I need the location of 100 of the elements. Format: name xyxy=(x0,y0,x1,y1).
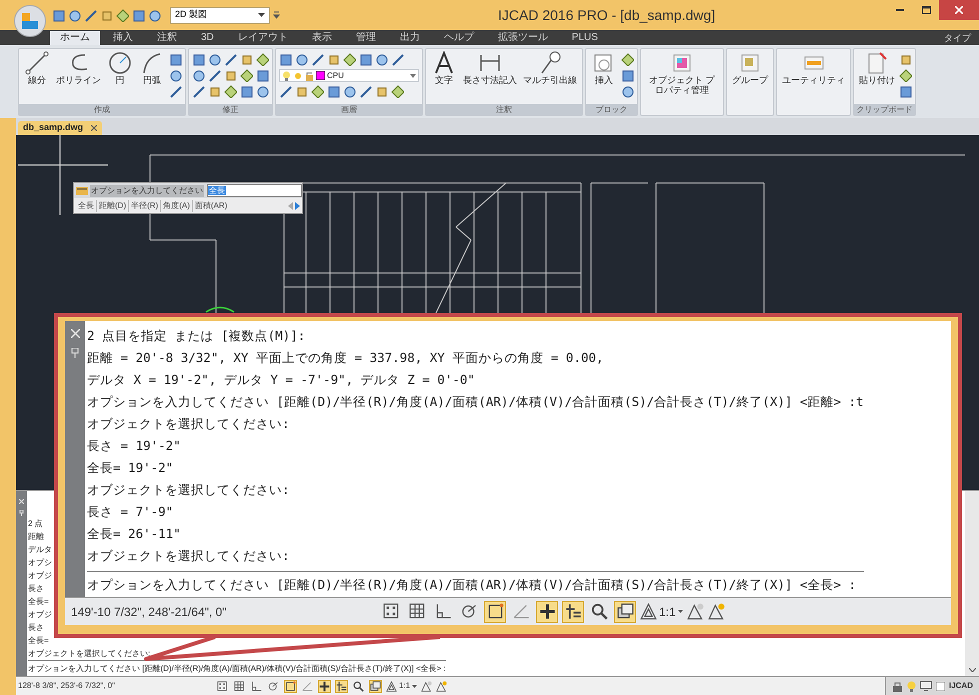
tool-icon[interactable] xyxy=(621,53,634,66)
tool-icon[interactable] xyxy=(256,85,269,98)
status-toggle-button[interactable] xyxy=(369,680,382,692)
tool-icon[interactable] xyxy=(84,8,97,22)
tool-icon[interactable] xyxy=(224,53,237,66)
ribbon-panel-title[interactable]: クリップボード xyxy=(854,104,915,115)
ribbon-panel-title[interactable]: 画層 xyxy=(276,104,422,115)
ribbon-tab[interactable]: 3D xyxy=(190,31,225,45)
ribbon-button[interactable]: 文字 xyxy=(429,51,459,85)
tool-icon[interactable] xyxy=(100,8,113,22)
monitor-icon[interactable] xyxy=(920,681,932,691)
tool-icon[interactable] xyxy=(208,85,221,98)
status-toggle-button[interactable] xyxy=(284,680,297,692)
tool-icon[interactable] xyxy=(359,85,372,98)
annotation-scale-button[interactable]: 1:1 xyxy=(386,680,418,692)
ribbon-panel-title[interactable]: 修正 xyxy=(189,104,272,115)
option-item[interactable]: 距離(D) xyxy=(96,200,128,212)
tool-icon[interactable] xyxy=(311,85,324,98)
pin-icon[interactable] xyxy=(71,348,79,358)
ribbon-panel-title[interactable]: 作成 xyxy=(19,104,185,115)
tool-icon[interactable] xyxy=(169,53,182,66)
tool-icon[interactable] xyxy=(899,85,912,98)
tool-icon[interactable] xyxy=(621,85,634,98)
tool-icon[interactable] xyxy=(52,8,65,22)
tool-icon[interactable] xyxy=(148,8,161,22)
layer-dropdown[interactable]: CPU xyxy=(279,69,419,82)
tool-icon[interactable] xyxy=(279,85,292,98)
ribbon-tab[interactable]: 表示 xyxy=(300,31,343,45)
ribbon-panel-title[interactable]: ブロック xyxy=(586,104,637,115)
annotation-visibility-icon[interactable] xyxy=(708,603,725,620)
status-toggle-button[interactable] xyxy=(562,600,584,622)
status-toggle-button[interactable] xyxy=(318,680,331,692)
scroll-down-icon[interactable] xyxy=(968,668,976,672)
tool-icon[interactable] xyxy=(208,69,221,82)
tool-icon[interactable] xyxy=(169,69,182,82)
ribbon-button[interactable]: 挿入 xyxy=(589,51,619,85)
annotation-visibility-icon[interactable] xyxy=(686,603,704,620)
status-toggle-button[interactable] xyxy=(301,680,314,692)
tool-icon[interactable] xyxy=(169,85,182,98)
ribbon-button[interactable]: マルチ引出線 xyxy=(521,51,579,85)
tool-icon[interactable] xyxy=(343,53,356,66)
ribbon-tab[interactable]: レイアウト xyxy=(226,31,299,45)
tool-icon[interactable] xyxy=(899,53,912,66)
status-toggle-button[interactable] xyxy=(233,680,246,692)
tool-icon[interactable] xyxy=(192,85,205,98)
annotation-scale-button[interactable]: 1:1 xyxy=(640,602,683,620)
ribbon-tab[interactable]: ホーム xyxy=(50,31,100,45)
scrollbar[interactable] xyxy=(965,491,979,676)
lightbulb-icon[interactable] xyxy=(906,680,916,692)
ribbon-button[interactable]: ポリライン xyxy=(54,51,103,85)
tool-icon[interactable] xyxy=(343,85,356,98)
tool-icon[interactable] xyxy=(116,8,129,22)
close-icon[interactable] xyxy=(70,329,80,338)
tool-icon[interactable] xyxy=(224,69,237,82)
close-button[interactable] xyxy=(939,0,979,20)
tool-icon[interactable] xyxy=(192,53,205,66)
next-arrow-icon[interactable] xyxy=(295,202,300,210)
status-toggle-button[interactable] xyxy=(536,600,558,622)
tool-icon[interactable] xyxy=(327,85,340,98)
option-item[interactable]: 半径(R) xyxy=(128,200,160,212)
ribbon-button[interactable]: オブジェクト プロパティ管理 xyxy=(644,51,720,95)
ribbon-tab[interactable]: 拡張ツール xyxy=(486,31,559,45)
tool-icon[interactable] xyxy=(295,53,308,66)
option-input-field[interactable]: 全長 xyxy=(207,184,302,197)
tool-icon[interactable] xyxy=(311,53,324,66)
option-item[interactable]: 角度(A) xyxy=(160,200,192,212)
status-toggle-button[interactable] xyxy=(352,680,365,692)
annotation-visibility-icon[interactable] xyxy=(436,680,448,692)
ribbon-button[interactable]: 貼り付け xyxy=(857,51,897,85)
tool-icon[interactable] xyxy=(279,53,292,66)
lock-icon[interactable] xyxy=(892,680,903,692)
tool-icon[interactable] xyxy=(359,53,372,66)
ribbon-tab[interactable]: 管理 xyxy=(344,31,387,45)
ribbon-button[interactable]: ユーティリティ xyxy=(780,51,847,85)
close-icon[interactable] xyxy=(19,499,24,504)
tool-icon[interactable] xyxy=(132,8,145,22)
ribbon-button[interactable]: 線分 xyxy=(22,51,52,85)
document-tab[interactable]: db_samp.dwg xyxy=(18,121,102,135)
tool-icon[interactable] xyxy=(621,69,634,82)
tool-icon[interactable] xyxy=(256,53,269,66)
status-toggle-button[interactable] xyxy=(484,600,506,622)
application-menu-button[interactable] xyxy=(14,5,46,37)
workspace-dropdown[interactable]: 2D 製図 xyxy=(170,6,270,24)
tool-icon[interactable] xyxy=(240,85,253,98)
tool-icon[interactable] xyxy=(192,69,205,82)
tool-icon[interactable] xyxy=(295,85,308,98)
tool-icon[interactable] xyxy=(68,8,81,22)
tool-icon[interactable] xyxy=(391,85,404,98)
status-toggle-button[interactable] xyxy=(614,600,636,622)
option-item[interactable]: 全長 xyxy=(76,200,96,212)
tool-icon[interactable] xyxy=(240,69,253,82)
tool-icon[interactable] xyxy=(375,53,388,66)
ribbon-tab[interactable]: PLUS xyxy=(560,31,609,45)
annotation-visibility-icon[interactable] xyxy=(421,680,432,692)
tool-icon[interactable] xyxy=(899,69,912,82)
ribbon-tab[interactable]: ヘルプ xyxy=(432,31,485,45)
status-toggle-button[interactable] xyxy=(335,680,348,692)
tool-icon[interactable] xyxy=(240,53,253,66)
status-toggle-button[interactable] xyxy=(267,680,280,692)
pin-icon[interactable] xyxy=(19,510,24,516)
